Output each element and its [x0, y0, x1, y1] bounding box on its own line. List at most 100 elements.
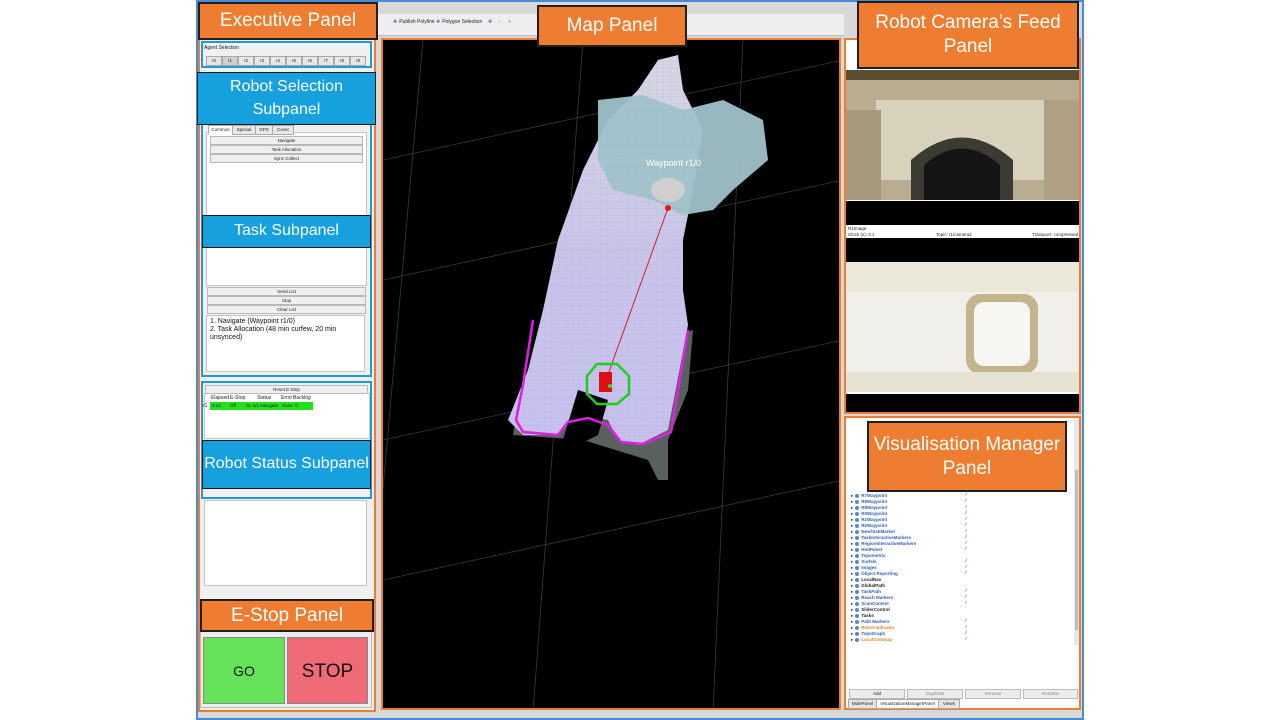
expand-arrow-icon[interactable]: ▸ [851, 553, 853, 558]
task-list-item[interactable]: 2. Task Allocation (48 min curfew, 20 mi… [210, 326, 361, 342]
status-error-cell: None [280, 402, 293, 410]
viz-item-label: RegionInteractiveMarkers [861, 541, 917, 546]
publish-polyline-tool[interactable]: ✚ Publish Polyline [393, 19, 435, 25]
expand-arrow-icon[interactable]: ▸ [851, 523, 853, 528]
agent-button-r0[interactable]: r0 [206, 56, 222, 66]
expand-arrow-icon[interactable]: ▸ [851, 505, 853, 510]
zoom-out-tool[interactable]: − [498, 19, 503, 25]
agent-button-r2[interactable]: r2 [238, 56, 254, 66]
move-icon: ✥ [488, 19, 493, 25]
camera-2-clock: Clock (s): 0.1 [848, 232, 875, 237]
viz-item-checkbox[interactable]: ✓ [964, 571, 968, 576]
agent-button-r1[interactable]: r1 [222, 56, 238, 66]
camera-image-2-bottom-bar [846, 394, 1079, 412]
waypoint-marker[interactable] [665, 205, 671, 211]
polygon-selection-tool[interactable]: ✚ Polygon Selection [436, 19, 482, 25]
agent-button-r9[interactable]: r9 [350, 56, 366, 66]
agent-button-r8[interactable]: r8 [334, 56, 350, 66]
display-type-icon [855, 499, 860, 504]
task-list[interactable]: 1. Navigate (Waypoint r1/0) 2. Task Allo… [206, 315, 365, 372]
expand-arrow-icon[interactable]: ▸ [851, 607, 853, 612]
expand-arrow-icon[interactable]: ▸ [851, 529, 853, 534]
clear-list-button[interactable]: Clear List [207, 305, 366, 314]
viz-item-label: R1Waypoint [861, 517, 888, 522]
robot-model [651, 178, 685, 202]
viz-item-label: R2Waypoint [861, 523, 888, 528]
viz-item-label: Reach Markers [861, 595, 894, 600]
task-list-item[interactable]: 1. Navigate (Waypoint r1/0) [210, 318, 361, 326]
viz-item-label: Object Reporting [861, 571, 898, 576]
viz-item-label: Surfels [861, 559, 877, 564]
expand-arrow-icon[interactable]: ▸ [851, 499, 853, 504]
reset-estop-button[interactable]: Reset E-Stop [205, 385, 368, 394]
display-type-icon [855, 511, 860, 516]
map-panel[interactable]: Waypoint r1/0 [381, 38, 841, 710]
viz-item-checkbox[interactable]: ✓ [964, 547, 968, 552]
agent-button-r4[interactable]: r4 [270, 56, 286, 66]
expand-arrow-icon[interactable]: ▸ [851, 511, 853, 516]
move-camera-tool[interactable]: ✥ [488, 19, 494, 25]
status-header-elapsed: Elapsed [211, 395, 230, 401]
tab-views[interactable]: Views [938, 699, 960, 709]
display-type-icon [855, 529, 860, 534]
viz-rename-button[interactable]: Rename [1023, 689, 1078, 699]
agent-button-r5[interactable]: r5 [286, 56, 302, 66]
agent-button-r6[interactable]: r6 [302, 56, 318, 66]
display-type-icon [855, 541, 860, 546]
viz-remove-button[interactable]: Remove [965, 689, 1021, 699]
send-list-button[interactable]: Send List [207, 287, 366, 296]
viz-item-checkbox[interactable]: ✓ [964, 601, 968, 606]
expand-arrow-icon[interactable]: ▸ [851, 493, 853, 498]
expand-arrow-icon[interactable]: ▸ [851, 613, 853, 618]
navigate-button[interactable]: Navigate [210, 136, 363, 145]
expand-arrow-icon[interactable]: ▸ [851, 547, 853, 552]
expand-arrow-icon[interactable]: ▸ [851, 631, 853, 636]
tab-gps[interactable]: GPS [255, 125, 273, 135]
polygon-icon: ✚ [436, 19, 441, 25]
expand-arrow-icon[interactable]: ▸ [851, 517, 853, 522]
stop-button[interactable]: STOP [287, 637, 368, 704]
tab-common[interactable]: Common [208, 125, 233, 135]
agent-selection-label: Agent Selection [204, 45, 240, 51]
expand-arrow-icon[interactable]: ▸ [851, 559, 853, 564]
expand-arrow-icon[interactable]: ▸ [851, 565, 853, 570]
expand-arrow-icon[interactable]: ▸ [851, 571, 853, 576]
expand-arrow-icon[interactable]: ▸ [851, 541, 853, 546]
status-backlog-cell: 0 [293, 402, 313, 410]
zoom-in-tool[interactable]: + [508, 19, 513, 25]
minus-icon: − [498, 19, 501, 25]
tab-mulepanel[interactable]: MulePanel [848, 699, 877, 709]
expand-arrow-icon[interactable]: ▸ [851, 577, 853, 582]
expand-arrow-icon[interactable]: ▸ [851, 625, 853, 630]
viz-item-label: ScanContext [861, 601, 889, 606]
display-type-icon [855, 595, 860, 600]
viz-duplicate-button[interactable]: Duplicate [907, 689, 963, 699]
callout-executive-panel: Executive Panel [198, 2, 378, 40]
stop-list-button[interactable]: Stop [207, 296, 366, 305]
task-allocation-button[interactable]: Task Allocation [210, 145, 363, 154]
sync-collect-button[interactable]: Sync Collect [210, 154, 363, 163]
camera-2-topic: Topic: r1/camera2 [936, 232, 972, 237]
viz-item-label: TaskPath [861, 589, 881, 594]
tab-special[interactable]: Special [232, 125, 256, 135]
display-type-icon [855, 565, 860, 570]
expand-arrow-icon[interactable]: ▸ [851, 589, 853, 594]
map-view[interactable]: Waypoint r1/0 [383, 40, 841, 710]
expand-arrow-icon[interactable]: ▸ [851, 601, 853, 606]
viz-item-checkbox[interactable]: ✓ [964, 637, 968, 642]
tab-visualizationmanagerpanel[interactable]: VisualizationManagerPanel [876, 699, 939, 709]
expand-arrow-icon[interactable]: ▸ [851, 583, 853, 588]
agent-button-r3[interactable]: r3 [254, 56, 270, 66]
viz-scrollbar-thumb[interactable] [1075, 470, 1078, 630]
viz-add-button[interactable]: Add [849, 689, 905, 699]
viz-item[interactable]: ▸ LocalCostmap [851, 637, 892, 643]
tab-cover[interactable]: Cover [272, 125, 294, 135]
expand-arrow-icon[interactable]: ▸ [851, 535, 853, 540]
go-button[interactable]: GO [203, 637, 285, 704]
agent-button-r7[interactable]: r7 [318, 56, 334, 66]
expand-arrow-icon[interactable]: ▸ [851, 595, 853, 600]
camera-image-2 [846, 262, 1079, 392]
expand-arrow-icon[interactable]: ▸ [851, 619, 853, 624]
display-type-icon [855, 631, 860, 636]
expand-arrow-icon[interactable]: ▸ [851, 637, 853, 642]
